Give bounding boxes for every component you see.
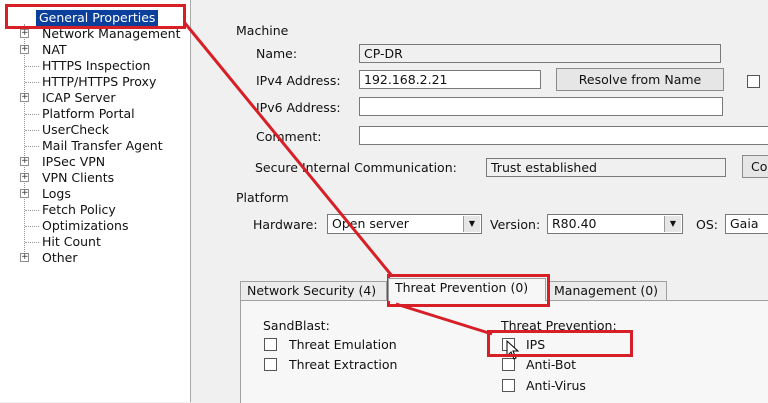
expand-icon[interactable]: + [20, 253, 29, 262]
ipv6-address-field[interactable] [359, 97, 723, 116]
sic-status-field: Trust established [486, 158, 726, 177]
threat-prevention-heading: Threat Prevention: [501, 318, 617, 333]
tree-item-optimizations[interactable]: Optimizations [42, 218, 128, 234]
threat-extraction-label: Threat Extraction [289, 357, 398, 372]
communication-button[interactable]: Co [742, 155, 768, 178]
tree-item-ipsec-vpn[interactable]: IPSec VPN [42, 154, 105, 170]
tree-connector-line [24, 24, 25, 260]
tree-item-label: Network Management [42, 26, 181, 41]
tree-item-label: Platform Portal [42, 106, 135, 121]
chevron-down-icon: ▼ [463, 216, 480, 232]
tree-item-label: UserCheck [42, 122, 109, 137]
hardware-label: Hardware: [253, 217, 318, 232]
tree-item-label: HTTP/HTTPS Proxy [42, 74, 157, 89]
sandblast-heading: SandBlast: [263, 318, 330, 333]
comment-field[interactable] [359, 126, 768, 145]
tree-connector [25, 130, 39, 131]
threat-emulation-checkbox[interactable] [264, 338, 277, 351]
tree-item-https-inspection[interactable]: HTTPS Inspection [42, 58, 150, 74]
tree-item-logs[interactable]: Logs [42, 186, 71, 202]
tree-item-label: ICAP Server [42, 90, 116, 105]
tree-connector [25, 210, 39, 211]
anti-virus-checkbox[interactable] [502, 379, 515, 392]
tree-item-icap-server[interactable]: ICAP Server [42, 90, 115, 106]
navigation-tree: General Properties + Network Management … [0, 0, 191, 402]
ipv4-address-field[interactable]: 192.168.2.21 [359, 70, 541, 89]
tree-item-mail-transfer-agent[interactable]: Mail Transfer Agent [42, 138, 163, 154]
tree-item-label: VPN Clients [42, 170, 115, 185]
version-select-value: R80.40 [552, 216, 597, 231]
tree-item-nat[interactable]: NAT [42, 42, 67, 58]
tree-item-vpn-clients[interactable]: VPN Clients [42, 170, 114, 186]
resolve-from-name-button[interactable]: Resolve from Name [556, 68, 724, 91]
os-select[interactable]: Gaia [725, 214, 768, 234]
tree-item-label: General Properties [36, 10, 159, 26]
dynamic-address-checkbox[interactable] [747, 75, 760, 88]
tree-connector [25, 66, 39, 67]
tab-threat-prevention[interactable]: Threat Prevention (0) [388, 278, 546, 301]
platform-group-label: Platform [236, 190, 289, 205]
version-select[interactable]: R80.40 ▼ [547, 214, 683, 234]
tree-item-label: Mail Transfer Agent [42, 138, 163, 153]
name-label: Name: [256, 46, 298, 61]
tree-item-label: IPSec VPN [42, 154, 106, 169]
hardware-select[interactable]: Open server ▼ [327, 214, 482, 234]
tree-item-usercheck[interactable]: UserCheck [42, 122, 109, 138]
tree-item-label: Hit Count [42, 234, 101, 249]
tree-item-other[interactable]: Other [42, 250, 78, 266]
tree-item-label: Logs [42, 186, 71, 201]
ips-label: IPS [526, 337, 546, 352]
tab-network-security[interactable]: Network Security (4) [240, 281, 387, 301]
mouse-cursor-icon [506, 340, 520, 360]
expand-icon[interactable]: + [20, 173, 29, 182]
tree-item-fetch-policy[interactable]: Fetch Policy [42, 202, 116, 218]
tree-item-label: NAT [42, 42, 67, 57]
tree-item-platform-portal[interactable]: Platform Portal [42, 106, 135, 122]
ipv6-label: IPv6 Address: [256, 100, 341, 115]
tree-item-label: Fetch Policy [42, 202, 116, 217]
tab-management[interactable]: Management (0) [547, 281, 667, 301]
tree-item-label: Optimizations [42, 218, 129, 233]
tree-connector [25, 114, 39, 115]
comment-label: Comment: [256, 129, 322, 144]
tree-item-label: HTTPS Inspection [42, 58, 151, 73]
threat-emulation-label: Threat Emulation [289, 337, 397, 352]
name-field[interactable]: CP-DR [359, 44, 721, 63]
expand-icon[interactable]: + [20, 189, 29, 198]
tree-connector [25, 242, 39, 243]
tree-item-label: Other [42, 250, 78, 265]
hardware-select-value: Open server [332, 216, 409, 231]
os-select-value: Gaia [730, 216, 759, 231]
tree-item-general-properties[interactable]: General Properties [36, 10, 159, 26]
anti-bot-label: Anti-Bot [526, 357, 577, 372]
tree-connector [25, 146, 39, 147]
anti-virus-label: Anti-Virus [526, 378, 586, 393]
expand-icon[interactable]: + [20, 93, 29, 102]
tree-connector [25, 226, 39, 227]
expand-icon[interactable]: + [20, 45, 29, 54]
version-label: Version: [490, 217, 541, 232]
expand-icon[interactable]: + [20, 157, 29, 166]
sic-label: Secure Internal Communication: [255, 160, 457, 175]
tree-item-hit-count[interactable]: Hit Count [42, 234, 101, 250]
threat-extraction-checkbox[interactable] [264, 358, 277, 371]
os-label: OS: [696, 217, 718, 232]
machine-group-label: Machine [236, 23, 289, 38]
expand-icon[interactable]: + [20, 29, 29, 38]
tree-connector [25, 82, 39, 83]
tree-item-network-management[interactable]: Network Management [42, 26, 181, 42]
chevron-down-icon: ▼ [664, 216, 681, 232]
tree-item-http-https-proxy[interactable]: HTTP/HTTPS Proxy [42, 74, 156, 90]
ipv4-label: IPv4 Address: [256, 73, 341, 88]
